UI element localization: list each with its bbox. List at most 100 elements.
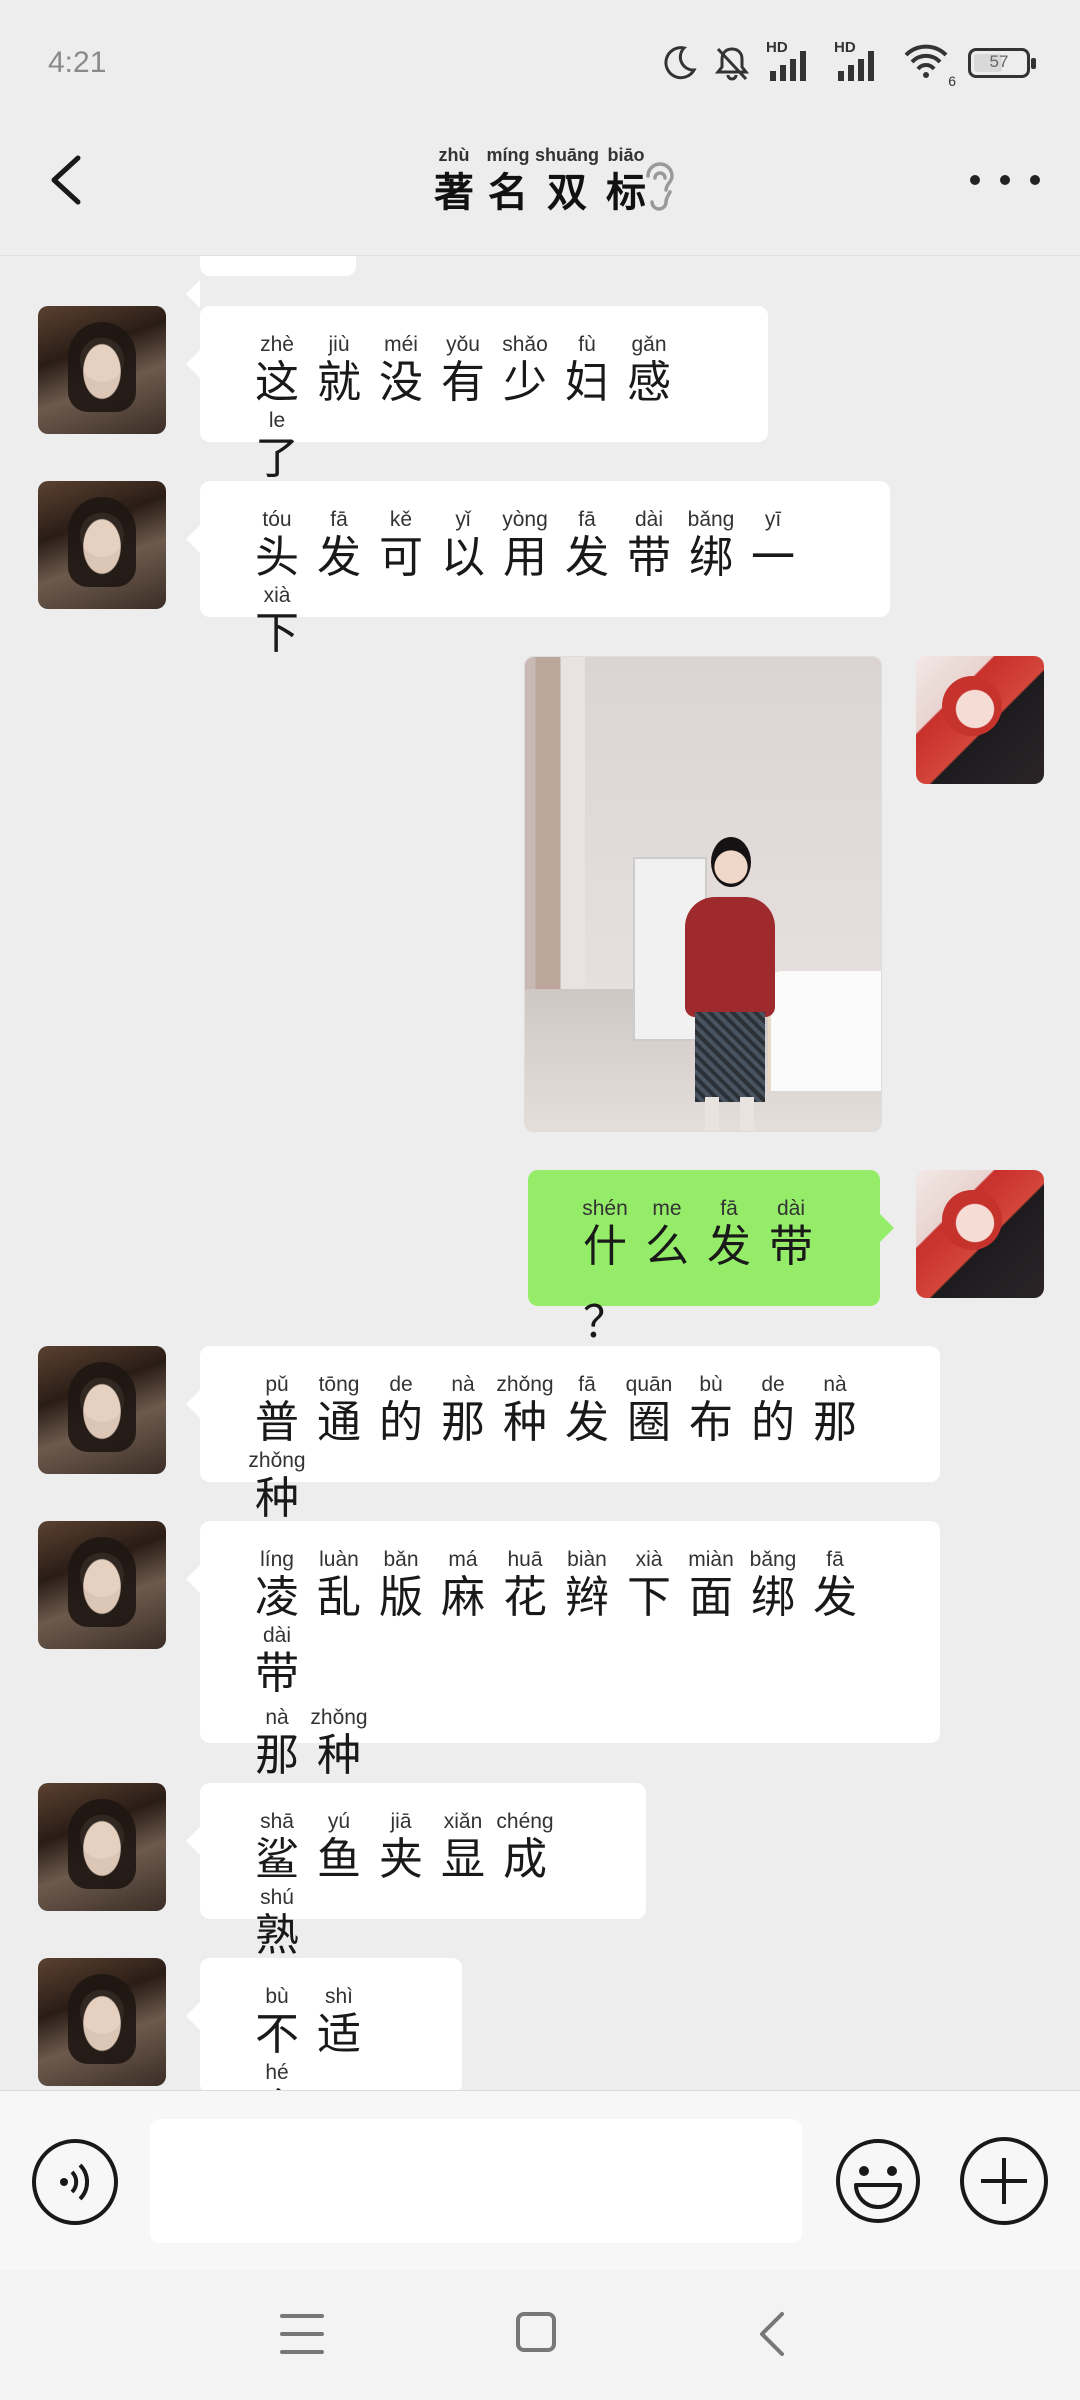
pinyin-annotation: bǎn [383,1548,419,1571]
ruby-char: hé合 [246,2060,308,2091]
pinyin-annotation: tōng [318,1373,360,1396]
ruby-char: méi 没 [370,332,432,408]
plus-icon[interactable] [960,2137,1048,2225]
battery-text: 57 [989,52,1009,71]
ruby-char: míng 名 [481,142,535,218]
ruby-char: jiù 就 [308,332,370,408]
voice-icon[interactable] [32,2139,118,2225]
ruby-char: yǒu 有 [432,332,494,408]
hanzi-char: 版 [379,1572,423,1623]
ruby-char: jiā 夹 [370,1809,432,1885]
pinyin-annotation: biàn [567,1548,607,1571]
message-bubble[interactable]: zhè 这 jiù 就 méi 没 yǒu 有 shǎo 少 fù 妇 gǎn 感 le 了 [186,306,768,484]
avatar-me[interactable] [916,656,1044,784]
message-input[interactable] [150,2119,802,2243]
message-bubble-partial[interactable] [186,256,356,308]
ruby-char: pǔ 普 [246,1372,308,1448]
hanzi-char: 什 [583,1221,627,1272]
message-bubble[interactable]: líng 凌 luàn 乱 bǎn 版 má 麻 huā 花 biàn 辫 xià 下 miàn 面 bǎng 绑… [186,1521,940,1781]
chat-header: zhù 著 míng 名 shuāng 双 biāo 标 [0,120,1080,255]
hanzi-char: 用 [503,532,547,583]
battery-icon: 57 [968,48,1036,78]
ruby-char: de 的 [370,1372,432,1448]
pinyin-annotation: jiā [390,1810,412,1833]
hanzi-char: 普 [255,1397,299,1448]
ruby-char: dài 带 [618,507,680,583]
message-bubble[interactable]: shā 鲨 yú 鱼 jiā 夹 xiǎn 显 chéng 成 shú 熟 [186,1783,646,1961]
more-dots-icon[interactable] [970,160,1040,200]
ruby-char: shú 熟 [246,1885,308,1961]
pinyin-annotation: méi [384,333,418,356]
wifi-badge: 6 [948,73,956,89]
ruby-char: bǎng 绑 [742,1547,804,1623]
ruby-char: nà 那 [804,1372,866,1448]
hanzi-char: 面 [689,1572,733,1623]
message-bubble-mine[interactable]: shén 什 me 么 fā 发 dài 带？ [528,1170,894,1348]
hanzi-char: 头 [255,532,299,583]
hanzi-char: 通 [317,1397,361,1448]
message-bubble[interactable]: pǔ 普 tōng 通 de 的 nà 那 zhǒng 种 fā 发 quān 圈 bù 布 de 的 nà 那 zhǒ… [186,1346,940,1524]
ruby-char: de 的 [742,1372,804,1448]
pinyin-annotation: me [652,1197,682,1220]
signal-icon-2: HD [834,39,888,83]
hanzi-char: 妇 [565,357,609,408]
ruby-char: nà 那 [246,1705,308,1781]
pinyin-annotation: kě [389,508,413,531]
hanzi-char: ？ [583,1297,627,1348]
avatar-friend[interactable] [38,1346,166,1474]
hanzi-char: 种 [503,1397,547,1448]
ruby-char: yú 鱼 [308,1809,370,1885]
ruby-char: biàn 辫 [556,1547,618,1623]
hanzi-char: 乱 [317,1572,361,1623]
hanzi-char: 下 [255,608,299,659]
pinyin-annotation: tóu [262,508,292,531]
home-icon[interactable] [516,2312,556,2352]
hanzi-char: 适 [317,2009,361,2060]
avatar-friend[interactable] [38,1958,166,2086]
chat-messages: zhè 这 jiù 就 méi 没 yǒu 有 shǎo 少 fù 妇 gǎn 感 le 了 tóu 头 fā 发 k… [0,255,1080,2091]
pinyin-annotation: dài [634,508,664,531]
image-message[interactable] [524,656,882,1132]
ruby-char: quān 圈 [618,1372,680,1448]
pinyin-annotation: shǎo [502,333,548,356]
pinyin-annotation: shú [260,1886,294,1909]
hanzi-char: 的 [379,1397,423,1448]
ruby-char: shì 适 [308,1984,370,2060]
pinyin-annotation: dài [262,1624,292,1647]
avatar-friend[interactable] [38,306,166,434]
pinyin-annotation: yǒu [446,333,480,356]
moon-icon [664,46,697,80]
hanzi-char: 么 [645,1221,689,1272]
pinyin-annotation: bǎng [749,1548,797,1571]
message-line: nà 那 zhǒng 种 [246,1705,894,1781]
pinyin-annotation: shuāng [534,145,599,165]
avatar-friend[interactable] [38,1521,166,1649]
pinyin-annotation: luàn [319,1548,359,1571]
ear-icon[interactable] [640,156,680,212]
ruby-char: shuāng 双 [535,142,599,218]
ruby-char: yǐ 以 [432,507,494,583]
back-icon[interactable] [752,2310,792,2358]
signal-icon-1: HD [766,39,820,83]
pinyin-annotation: nà [265,1706,289,1729]
pinyin-annotation: zhù [438,145,470,165]
message-bubble[interactable]: tóu 头 fā 发 kě 可 yǐ 以 yòng 用 fā 发 dài 带 bǎng 绑 yī 一 xià 下 [186,481,890,659]
emoji-icon[interactable] [834,2137,922,2225]
avatar-friend[interactable] [38,481,166,609]
message-line: bù不shì适hé合 [246,1984,416,2091]
hanzi-char: 那 [813,1397,857,1448]
avatar-me[interactable] [916,1170,1044,1298]
message-bubble[interactable]: bù不shì适hé合 [186,1958,462,2091]
ruby-char: luàn 乱 [308,1547,370,1623]
ruby-char: má 麻 [432,1547,494,1623]
hanzi-char: 带 [769,1221,813,1272]
pinyin-annotation: miàn [688,1548,734,1571]
menu-icon[interactable] [280,2314,324,2354]
chat-title: zhù 著 míng 名 shuāng 双 biāo 标 [0,142,1080,218]
hanzi-char: 绑 [751,1572,795,1623]
ruby-char: zhǒng 种 [246,1448,308,1524]
pinyin-annotation: huā [507,1548,543,1571]
avatar-friend[interactable] [38,1783,166,1911]
hanzi-char: 下 [627,1572,671,1623]
hanzi-char: 发 [565,532,609,583]
